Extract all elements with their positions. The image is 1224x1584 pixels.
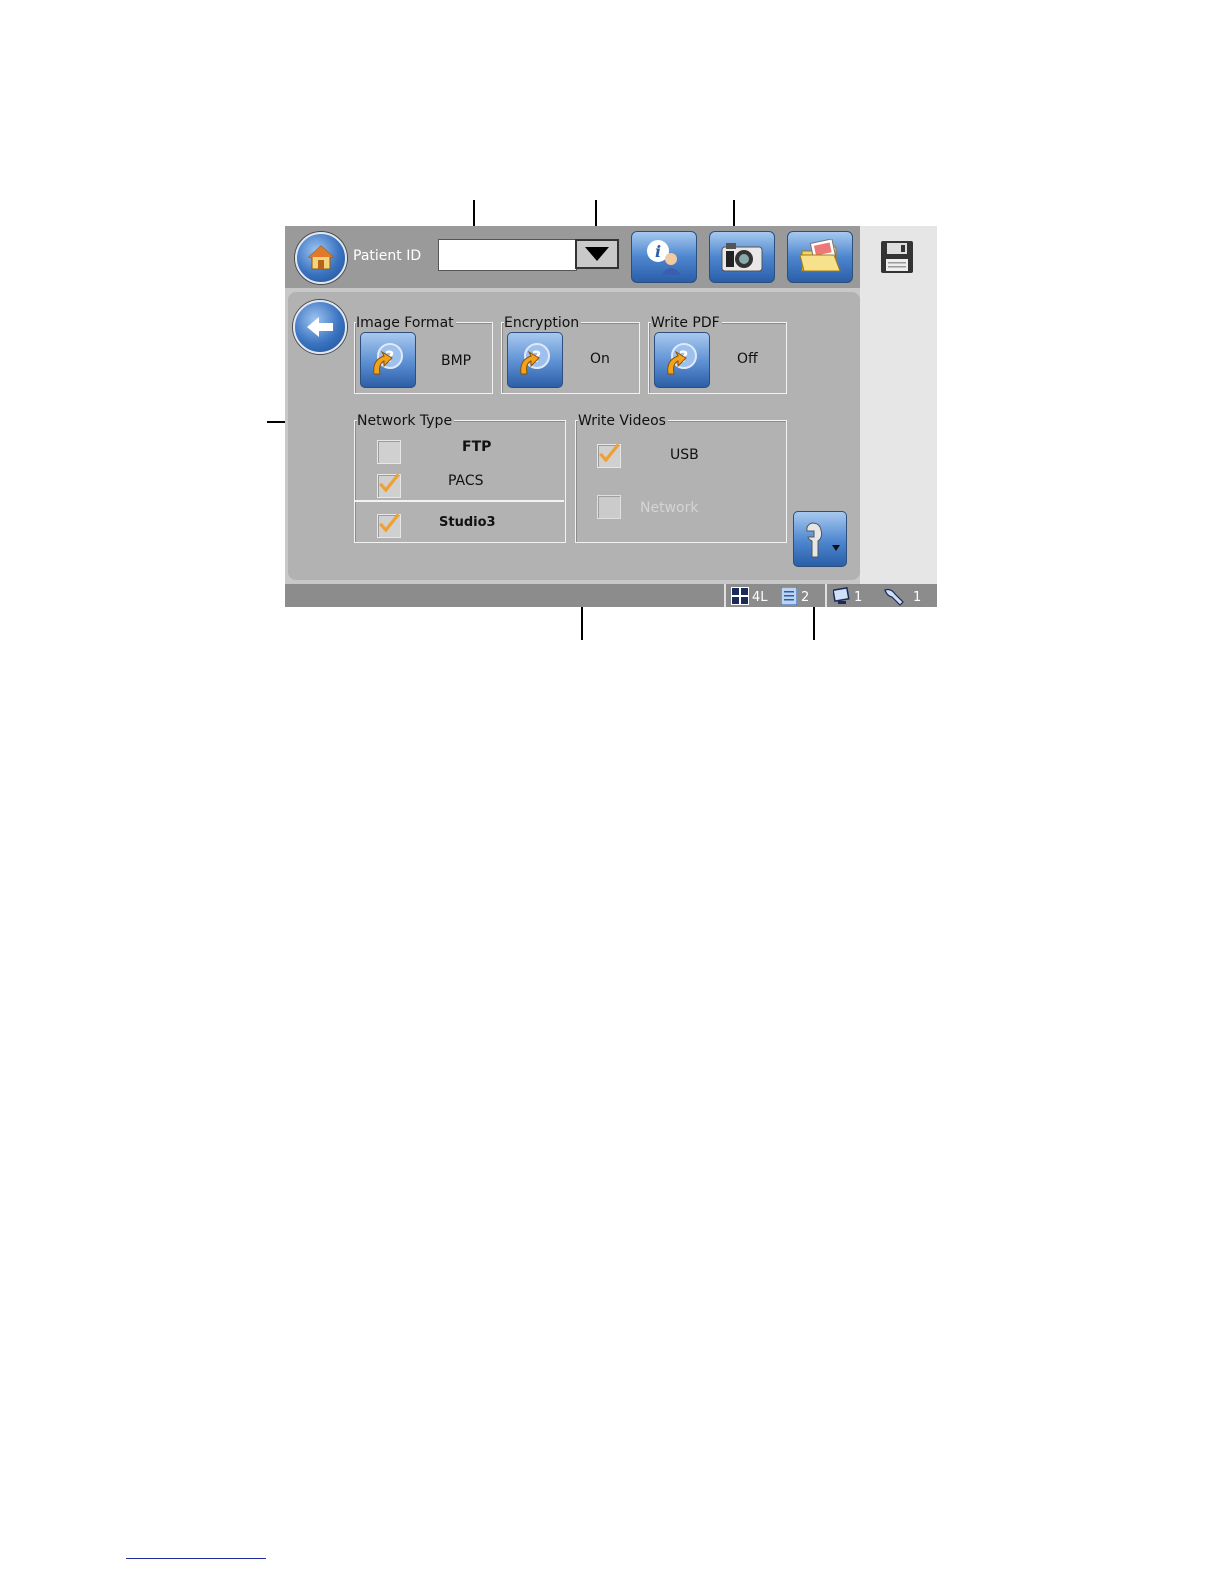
status-separator <box>825 584 827 607</box>
monitor-icon <box>832 587 851 605</box>
home-icon <box>297 234 345 282</box>
network-divider <box>355 500 564 502</box>
patient-id-label: Patient ID <box>353 248 422 264</box>
device-screen: Patient ID i Image Format BMP Encryption… <box>285 226 937 607</box>
floppy-disk-icon <box>878 238 916 276</box>
encryption-value: On <box>590 351 610 367</box>
network-pacs-label: PACS <box>448 473 484 489</box>
pages-list-icon <box>780 586 798 606</box>
network-pacs-checkbox[interactable] <box>377 473 401 498</box>
status-bar: 4L 2 1 1 <box>285 584 937 607</box>
right-side-panel <box>860 226 937 584</box>
network-ftp-label: FTP <box>462 439 492 455</box>
settings-panel: Image Format ? BMP Encryption ? <box>288 292 860 580</box>
encryption-toggle-button[interactable]: ? <box>507 332 563 388</box>
write-videos-network-checkbox[interactable] <box>597 495 621 519</box>
probes-value: 1 <box>913 590 922 605</box>
back-button[interactable] <box>293 300 347 354</box>
image-format-toggle-button[interactable]: ? <box>360 332 416 388</box>
write-videos-label: Write Videos <box>578 413 668 429</box>
tools-menu-button[interactable] <box>793 511 847 567</box>
arrow-left-icon <box>295 302 345 352</box>
image-format-label: Image Format <box>356 315 456 331</box>
layout-grid-icon <box>731 587 749 605</box>
network-studio3-checkbox[interactable] <box>377 513 401 538</box>
cycle-option-icon: ? <box>361 333 415 387</box>
patient-id-dropdown-button[interactable] <box>575 239 619 269</box>
footnote-rule <box>126 1558 266 1559</box>
write-pdf-toggle-button[interactable]: ? <box>654 332 710 388</box>
patient-info-button[interactable]: i <box>631 231 697 283</box>
svg-text:i: i <box>655 242 661 261</box>
write-videos-group <box>575 420 787 543</box>
patient-id-input[interactable] <box>438 239 577 271</box>
checkmark-icon <box>598 443 620 467</box>
write-videos-network-label: Network <box>640 500 699 516</box>
network-ftp-checkbox[interactable] <box>377 440 401 464</box>
network-type-label: Network Type <box>357 413 455 429</box>
home-button[interactable] <box>295 232 347 284</box>
status-separator <box>724 584 726 607</box>
monitors-value: 1 <box>854 590 863 605</box>
patient-info-icon: i <box>632 232 696 282</box>
cycle-option-icon: ? <box>508 333 562 387</box>
probe-icon <box>883 586 907 606</box>
save-button[interactable] <box>878 238 916 276</box>
write-pdf-value: Off <box>737 351 758 367</box>
wrench-icon <box>794 512 846 566</box>
layout-value: 4L <box>752 590 768 605</box>
network-studio3-label: Studio3 <box>439 515 496 530</box>
top-toolbar: Patient ID i <box>285 226 860 288</box>
image-format-value: BMP <box>441 353 472 369</box>
checkmark-icon <box>378 473 400 497</box>
write-pdf-label: Write PDF <box>651 315 722 331</box>
cycle-option-icon: ? <box>655 333 709 387</box>
image-folder-button[interactable] <box>787 231 853 283</box>
pages-value: 2 <box>801 590 810 605</box>
camera-button[interactable] <box>709 231 775 283</box>
checkmark-icon <box>378 513 400 537</box>
write-videos-usb-label: USB <box>670 447 699 463</box>
camera-icon <box>710 232 774 282</box>
triangle-down-icon <box>577 241 617 267</box>
write-videos-usb-checkbox[interactable] <box>597 443 621 468</box>
image-folder-icon <box>788 232 852 282</box>
encryption-label: Encryption <box>504 315 582 331</box>
